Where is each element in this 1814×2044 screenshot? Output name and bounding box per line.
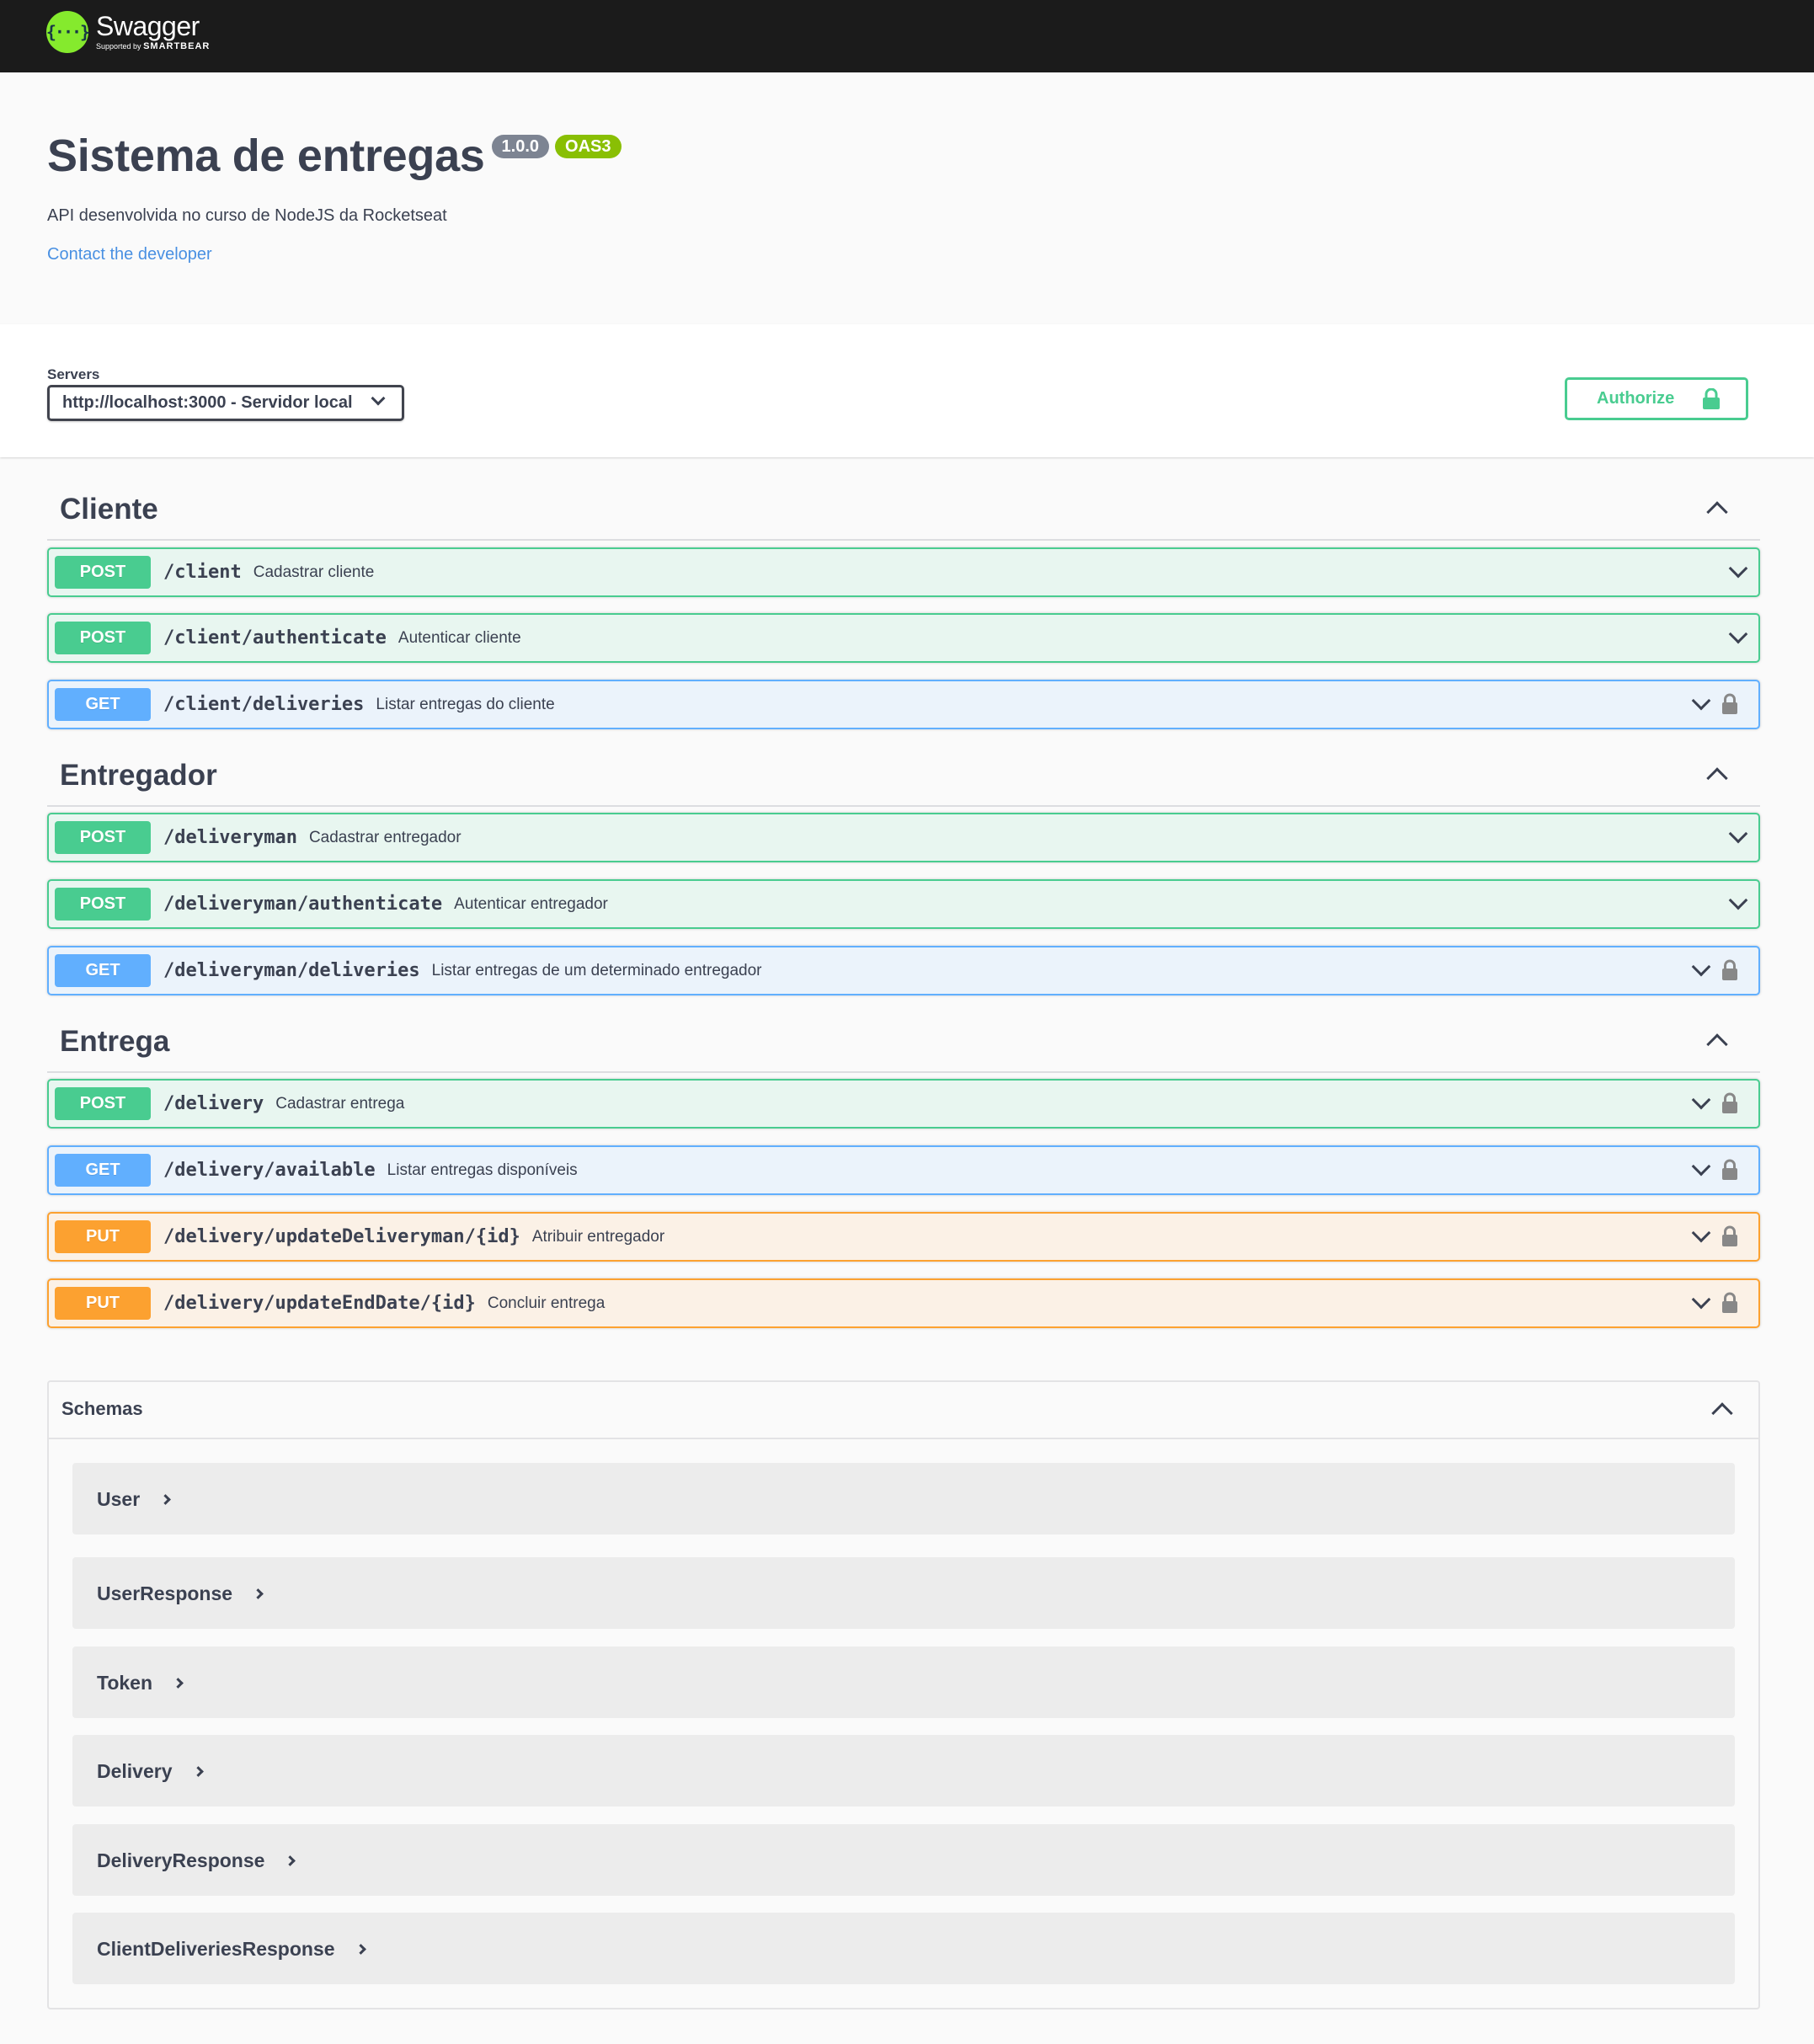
operation-summary: Listar entregas do cliente xyxy=(376,695,555,713)
chevron-down-icon[interactable] xyxy=(1691,1156,1711,1177)
operation-put-delivery-update-deliveryman[interactable]: PUT /delivery/updateDeliveryman/{id} Atr… xyxy=(47,1212,1760,1262)
chevron-down-icon[interactable] xyxy=(1691,1090,1711,1110)
operation-summary: Autenticar entregador xyxy=(454,894,608,913)
method-badge: POST xyxy=(55,888,151,921)
servers-select[interactable]: http://localhost:3000 - Servidor local xyxy=(47,385,404,421)
chevron-down-icon[interactable] xyxy=(1691,1289,1711,1310)
method-badge: POST xyxy=(55,1087,151,1120)
api-description: API desenvolvida no curso de NodeJS da R… xyxy=(47,206,447,225)
schema-token[interactable]: Token xyxy=(72,1646,1735,1718)
chevron-right-icon xyxy=(192,1766,204,1777)
tag-title: Entregador xyxy=(60,759,217,792)
contact-link[interactable]: Contact the developer xyxy=(47,245,212,264)
operation-path: /deliveryman/deliveries xyxy=(163,960,420,981)
chevron-down-icon[interactable] xyxy=(1728,624,1748,644)
operation-post-client-authenticate[interactable]: POST /client/authenticate Autenticar cli… xyxy=(47,613,1760,663)
schema-delivery[interactable]: Delivery xyxy=(72,1735,1735,1807)
chevron-up-icon[interactable] xyxy=(1706,1033,1728,1055)
operation-get-client-deliveries[interactable]: GET /client/deliveries Listar entregas d… xyxy=(47,680,1760,729)
swagger-logo[interactable]: {···} Swagger Supported by SMARTBEAR xyxy=(46,11,210,53)
chevron-down-icon[interactable] xyxy=(1691,1223,1711,1243)
scheme-container: Servers http://localhost:3000 - Servidor… xyxy=(0,324,1814,457)
chevron-down-icon[interactable] xyxy=(1691,957,1711,977)
operation-path: /deliveryman/authenticate xyxy=(163,894,443,915)
operation-post-deliveryman-authenticate[interactable]: POST /deliveryman/authenticate Autentica… xyxy=(47,879,1760,929)
schema-client-deliveries-response[interactable]: ClientDeliveriesResponse xyxy=(72,1913,1735,1984)
chevron-down-icon xyxy=(371,391,386,406)
schema-user-response[interactable]: UserResponse xyxy=(72,1557,1735,1629)
tag-entrega[interactable]: Entrega xyxy=(47,1011,1760,1073)
lock-icon xyxy=(1703,388,1720,409)
chevron-up-icon[interactable] xyxy=(1706,767,1728,789)
logo-sub: Supported by SMARTBEAR xyxy=(96,41,211,51)
operation-path: /delivery/available xyxy=(163,1160,376,1181)
schemas-section: Schemas User UserResponse Token Delivery… xyxy=(47,1380,1760,2009)
operation-summary: Listar entregas disponíveis xyxy=(387,1161,578,1179)
chevron-down-icon[interactable] xyxy=(1728,558,1748,579)
method-badge: POST xyxy=(55,622,151,654)
lock-icon[interactable] xyxy=(1721,1159,1738,1181)
schemas-header[interactable]: Schemas xyxy=(49,1382,1758,1439)
tag-title: Entrega xyxy=(60,1025,170,1058)
authorize-button[interactable]: Authorize xyxy=(1565,377,1748,420)
chevron-down-icon[interactable] xyxy=(1691,691,1711,711)
chevron-up-icon[interactable] xyxy=(1711,1402,1733,1424)
method-badge: GET xyxy=(55,688,151,721)
schemas-title: Schemas xyxy=(61,1398,143,1419)
operation-path: /client/deliveries xyxy=(163,694,365,715)
chevron-right-icon xyxy=(355,1944,366,1955)
oas-badge: OAS3 xyxy=(555,135,622,158)
chevron-down-icon[interactable] xyxy=(1728,824,1748,844)
servers-selected-value: http://localhost:3000 - Servidor local xyxy=(62,393,353,412)
operation-summary: Cadastrar entregador xyxy=(308,828,462,846)
operation-put-delivery-update-end-date[interactable]: PUT /delivery/updateEndDate/{id} Conclui… xyxy=(47,1278,1760,1328)
operation-summary: Atribuir entregador xyxy=(531,1227,665,1246)
operation-get-delivery-available[interactable]: GET /delivery/available Listar entregas … xyxy=(47,1145,1760,1195)
operation-summary: Cadastrar cliente xyxy=(253,563,375,581)
operation-summary: Cadastrar entrega xyxy=(275,1094,405,1113)
method-badge: GET xyxy=(55,954,151,987)
chevron-up-icon[interactable] xyxy=(1706,501,1728,523)
operation-post-delivery[interactable]: POST /delivery Cadastrar entrega xyxy=(47,1079,1760,1129)
lock-icon[interactable] xyxy=(1721,1092,1738,1114)
chevron-right-icon xyxy=(160,1494,172,1505)
operation-path: /delivery/updateEndDate/{id} xyxy=(163,1293,476,1314)
method-badge: POST xyxy=(55,821,151,854)
topbar: {···} Swagger Supported by SMARTBEAR xyxy=(0,0,1814,72)
chevron-right-icon xyxy=(285,1855,296,1866)
tag-title: Cliente xyxy=(60,493,158,526)
chevron-down-icon[interactable] xyxy=(1728,890,1748,910)
operation-path: /delivery/updateDeliveryman/{id} xyxy=(163,1226,520,1247)
swagger-logo-icon: {···} xyxy=(46,11,90,53)
method-badge: PUT xyxy=(55,1287,151,1320)
method-badge: POST xyxy=(55,556,151,589)
page-title: Sistema de entregas xyxy=(47,131,485,181)
operation-path: /client/authenticate xyxy=(163,627,387,648)
operation-get-deliveryman-deliveries[interactable]: GET /deliveryman/deliveries Listar entre… xyxy=(47,946,1760,995)
operation-post-deliveryman[interactable]: POST /deliveryman Cadastrar entregador xyxy=(47,813,1760,862)
chevron-right-icon xyxy=(253,1588,264,1599)
operation-path: /delivery xyxy=(163,1093,264,1114)
operation-path: /deliveryman xyxy=(163,827,297,848)
servers-label: Servers xyxy=(47,366,100,382)
logo-name: Swagger xyxy=(96,11,200,41)
chevron-right-icon xyxy=(173,1678,184,1689)
tag-cliente[interactable]: Cliente xyxy=(47,479,1760,541)
lock-icon[interactable] xyxy=(1721,1292,1738,1314)
operation-summary: Concluir entrega xyxy=(487,1294,606,1312)
version-badge: 1.0.0 xyxy=(491,135,550,158)
method-badge: GET xyxy=(55,1154,151,1187)
schema-user[interactable]: User xyxy=(72,1463,1735,1534)
operation-summary: Listar entregas de um determinado entreg… xyxy=(431,961,762,979)
operation-path: /client xyxy=(163,562,242,583)
lock-icon[interactable] xyxy=(1721,959,1738,981)
tag-entregador[interactable]: Entregador xyxy=(47,745,1760,807)
schema-delivery-response[interactable]: DeliveryResponse xyxy=(72,1824,1735,1896)
operation-post-client[interactable]: POST /client Cadastrar cliente xyxy=(47,547,1760,597)
api-info: Sistema de entregas 1.0.0 OAS3 API desen… xyxy=(47,126,622,264)
operation-summary: Autenticar cliente xyxy=(397,628,521,647)
lock-icon[interactable] xyxy=(1721,1225,1738,1247)
lock-icon[interactable] xyxy=(1721,693,1738,715)
method-badge: PUT xyxy=(55,1220,151,1253)
